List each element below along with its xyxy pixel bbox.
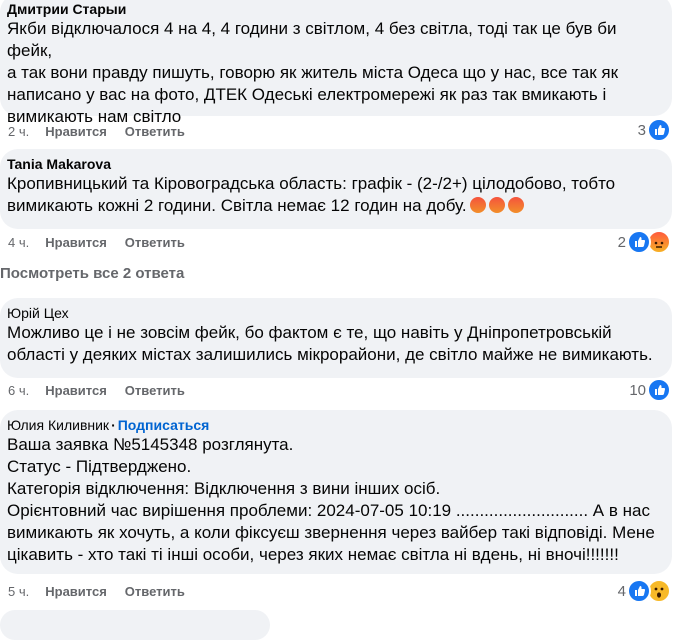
comment-author: Юлия Киливник · Подписаться (7, 416, 662, 434)
like-icon (647, 118, 671, 142)
comment-bubble: Дмитрии Старыи Якби відключалося 4 на 4,… (0, 0, 672, 126)
comment-text: Кропивницький та Кіровоградська область:… (7, 174, 616, 215)
comment-time[interactable]: 2 ч. (8, 124, 29, 139)
comment-author-name[interactable]: Юлия Киливник (7, 417, 109, 433)
like-icon (627, 579, 651, 603)
like-button[interactable]: Нравится (45, 124, 107, 139)
comment-actions: 4 ч. Нравится Ответить (8, 235, 203, 250)
reaction-summary[interactable]: 3 (637, 118, 671, 142)
comment-text: Ваша заявка №5145348 розглянута. Статус … (7, 435, 655, 564)
reaction-summary[interactable]: 10 (629, 378, 671, 402)
subscribe-link[interactable]: Подписаться (118, 417, 210, 433)
like-icon (647, 378, 671, 402)
reply-button[interactable]: Ответить (125, 584, 185, 599)
reply-button[interactable]: Ответить (125, 124, 185, 139)
reaction-count: 4 (617, 582, 626, 600)
comment-time[interactable]: 5 ч. (8, 584, 29, 599)
angry-emoji (507, 197, 524, 213)
reaction-count: 3 (637, 121, 646, 139)
like-icon (627, 230, 651, 254)
reaction-summary[interactable]: 4 (617, 579, 671, 603)
comment-bubble: Юрій Цех Можливо це і не зовсім фейк, бо… (0, 298, 672, 378)
comment-time[interactable]: 4 ч. (8, 235, 29, 250)
comment-text: Можливо це і не зовсім фейк, бо фактом є… (7, 323, 653, 364)
comment-text: Якби відключалося 4 на 4, 4 години з сві… (7, 19, 619, 126)
comment-author[interactable]: Дмитрии Старыи (7, 0, 662, 18)
comment-bubble: Юлия Киливник · Подписаться Ваша заявка №5… (0, 410, 672, 574)
comment-actions: 2 ч. Нравится Ответить (8, 124, 203, 139)
reaction-count: 2 (617, 233, 626, 251)
comment-bubble: Tania Makarova Кропивницький та Кіровогр… (0, 149, 672, 229)
like-button[interactable]: Нравится (45, 584, 107, 599)
reply-button[interactable]: Ответить (125, 235, 185, 250)
like-button[interactable]: Нравится (45, 383, 107, 398)
like-button[interactable]: Нравится (45, 235, 107, 250)
comment-author[interactable]: Tania Makarova (7, 155, 662, 173)
comment-actions: 6 ч. Нравится Ответить (8, 383, 203, 398)
angry-emoji (469, 197, 486, 213)
view-replies-link[interactable]: Посмотреть все 2 ответа (0, 265, 184, 282)
reply-button[interactable]: Ответить (125, 383, 185, 398)
angry-emoji (488, 197, 505, 213)
reaction-summary[interactable]: 2 (617, 230, 671, 254)
separator-dot: · (111, 417, 116, 433)
comment-time[interactable]: 6 ч. (8, 383, 29, 398)
comment-author[interactable]: Юрій Цех (7, 304, 662, 322)
reaction-count: 10 (629, 381, 646, 399)
comment-actions: 5 ч. Нравится Ответить (8, 584, 203, 599)
